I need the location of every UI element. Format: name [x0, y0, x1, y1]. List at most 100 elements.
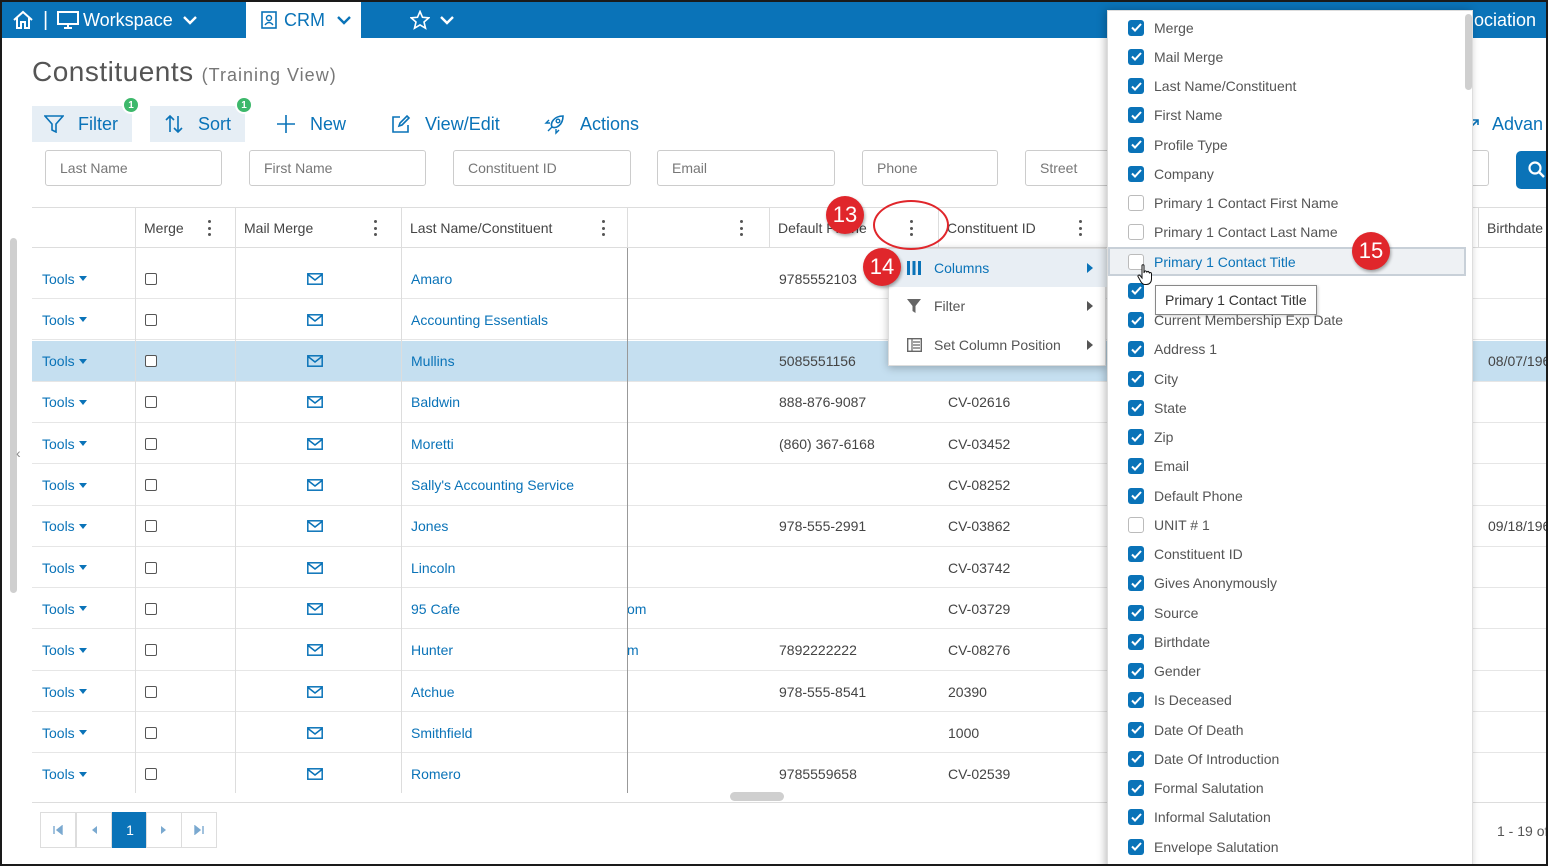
- checkbox-checked-icon[interactable]: [1128, 165, 1144, 182]
- column-option[interactable]: Constituent ID: [1108, 540, 1466, 569]
- horizontal-scrollbar[interactable]: [730, 792, 784, 801]
- envelope-icon[interactable]: [307, 602, 323, 615]
- merge-checkbox-cell[interactable]: [145, 423, 157, 464]
- checkbox-checked-icon[interactable]: [1128, 663, 1144, 679]
- nav-workspace[interactable]: Workspace: [57, 2, 197, 38]
- checkbox-checked-icon[interactable]: [1128, 575, 1144, 592]
- column-option[interactable]: Company: [1108, 159, 1466, 188]
- merge-checkbox[interactable]: [145, 644, 157, 657]
- tools-menu[interactable]: Tools: [42, 423, 87, 464]
- column-option[interactable]: Gives Anonymously: [1108, 569, 1466, 598]
- email-cell[interactable]: m: [627, 630, 639, 671]
- email-cell[interactable]: om: [627, 588, 646, 629]
- constituent-name-link[interactable]: Jones: [411, 506, 448, 547]
- checkbox-checked-icon[interactable]: [1128, 370, 1144, 387]
- column-header-constituent-id[interactable]: Constituent ID: [938, 208, 1108, 248]
- constituent-name-link[interactable]: Lincoln: [411, 547, 455, 588]
- checkbox-checked-icon[interactable]: [1128, 341, 1144, 358]
- mail-merge-cell[interactable]: [307, 465, 323, 506]
- constituent-name-link[interactable]: Hunter: [411, 630, 453, 671]
- tools-menu[interactable]: Tools: [42, 299, 87, 340]
- column-option[interactable]: Date Of Death: [1108, 715, 1466, 744]
- checkbox-checked-icon[interactable]: [1128, 604, 1144, 621]
- column-option[interactable]: Last Name/Constituent: [1108, 72, 1466, 101]
- column-option[interactable]: Profile Type: [1108, 130, 1466, 159]
- envelope-icon[interactable]: [307, 768, 323, 781]
- advanced-button[interactable]: Advan: [1468, 106, 1543, 142]
- checkbox-checked-icon[interactable]: [1128, 546, 1144, 562]
- merge-checkbox[interactable]: [145, 272, 157, 285]
- column-menu-icon[interactable]: [206, 219, 212, 237]
- chevron-left-icon[interactable]: ‹: [16, 445, 21, 461]
- constituent-name-link[interactable]: 95 Cafe: [411, 588, 460, 629]
- column-option[interactable]: Primary 1 Contact First Name: [1108, 189, 1466, 218]
- merge-checkbox[interactable]: [145, 561, 157, 574]
- menu-item-set-column-position[interactable]: Set Column Position: [889, 326, 1107, 364]
- checkbox-unchecked-icon[interactable]: [1128, 224, 1144, 241]
- constituent-name-link[interactable]: Romero: [411, 754, 461, 793]
- column-menu-icon[interactable]: [1077, 219, 1083, 237]
- filter-button[interactable]: Filter: [32, 106, 132, 142]
- column-option[interactable]: First Name: [1108, 101, 1466, 130]
- mail-merge-cell[interactable]: [307, 382, 323, 423]
- envelope-icon[interactable]: [307, 726, 323, 739]
- constituent-name-link[interactable]: Mullins: [411, 341, 455, 382]
- checkbox-checked-icon[interactable]: [1128, 399, 1144, 416]
- envelope-icon[interactable]: [307, 313, 323, 326]
- checkbox-checked-icon[interactable]: [1128, 19, 1144, 36]
- column-option[interactable]: Primary 1 Contact Last Name: [1108, 218, 1466, 247]
- home-icon[interactable]: [12, 2, 34, 38]
- favorites-menu[interactable]: [410, 2, 454, 38]
- merge-checkbox-cell[interactable]: [145, 630, 157, 671]
- column-option[interactable]: Primary 1 Contact Title: [1108, 247, 1466, 276]
- envelope-icon[interactable]: [307, 272, 323, 285]
- checkbox-checked-icon[interactable]: [1128, 809, 1144, 826]
- column-header-last-name[interactable]: Last Name/Constituent: [401, 208, 627, 248]
- merge-checkbox-cell[interactable]: [145, 712, 157, 753]
- merge-checkbox-cell[interactable]: [145, 258, 157, 299]
- constituent-id-search-input[interactable]: Constituent ID: [453, 150, 631, 186]
- envelope-icon[interactable]: [307, 396, 323, 409]
- mail-merge-cell[interactable]: [307, 630, 323, 671]
- merge-checkbox-cell[interactable]: [145, 465, 157, 506]
- actions-button[interactable]: Actions: [544, 106, 639, 142]
- envelope-icon[interactable]: [307, 685, 323, 698]
- checkbox-checked-icon[interactable]: [1128, 838, 1144, 855]
- last-page-button[interactable]: [181, 812, 217, 848]
- page-button-current[interactable]: 1: [112, 812, 148, 848]
- mail-merge-cell[interactable]: [307, 506, 323, 547]
- checkbox-checked-icon[interactable]: [1128, 78, 1144, 94]
- mail-merge-cell[interactable]: [307, 754, 323, 793]
- column-option[interactable]: City: [1108, 364, 1466, 393]
- column-option[interactable]: State: [1108, 393, 1466, 422]
- tools-menu[interactable]: Tools: [42, 382, 87, 423]
- constituent-name-link[interactable]: Moretti: [411, 423, 454, 464]
- constituent-name-link[interactable]: Atchue: [411, 671, 455, 712]
- merge-checkbox[interactable]: [145, 602, 157, 615]
- mail-merge-cell[interactable]: [307, 547, 323, 588]
- envelope-icon[interactable]: [307, 437, 323, 450]
- nav-crm-tab[interactable]: CRM: [246, 2, 361, 38]
- tools-menu[interactable]: Tools: [42, 465, 87, 506]
- column-option[interactable]: Birthdate: [1108, 627, 1466, 656]
- column-header-birthdate[interactable]: Birthdate: [1478, 208, 1546, 248]
- tools-menu[interactable]: Tools: [42, 506, 87, 547]
- merge-checkbox[interactable]: [145, 726, 157, 739]
- column-menu-icon[interactable]: [738, 219, 744, 237]
- column-menu-icon[interactable]: [600, 219, 606, 237]
- envelope-icon[interactable]: [307, 479, 323, 491]
- first-page-button[interactable]: [40, 812, 76, 848]
- column-option[interactable]: Default Phone: [1108, 481, 1466, 510]
- column-option[interactable]: Gender: [1108, 657, 1466, 686]
- tools-menu[interactable]: Tools: [42, 712, 87, 753]
- tools-menu[interactable]: Tools: [42, 754, 87, 793]
- checkbox-checked-icon[interactable]: [1128, 721, 1144, 738]
- checkbox-checked-icon[interactable]: [1128, 136, 1144, 153]
- column-menu-icon[interactable]: [372, 219, 378, 237]
- checkbox-unchecked-icon[interactable]: [1128, 516, 1144, 533]
- column-option[interactable]: Mail Merge: [1108, 42, 1466, 71]
- checkbox-checked-icon[interactable]: [1128, 487, 1144, 504]
- merge-checkbox-cell[interactable]: [145, 547, 157, 588]
- checkbox-checked-icon[interactable]: [1128, 750, 1144, 767]
- column-option[interactable]: Zip: [1108, 423, 1466, 452]
